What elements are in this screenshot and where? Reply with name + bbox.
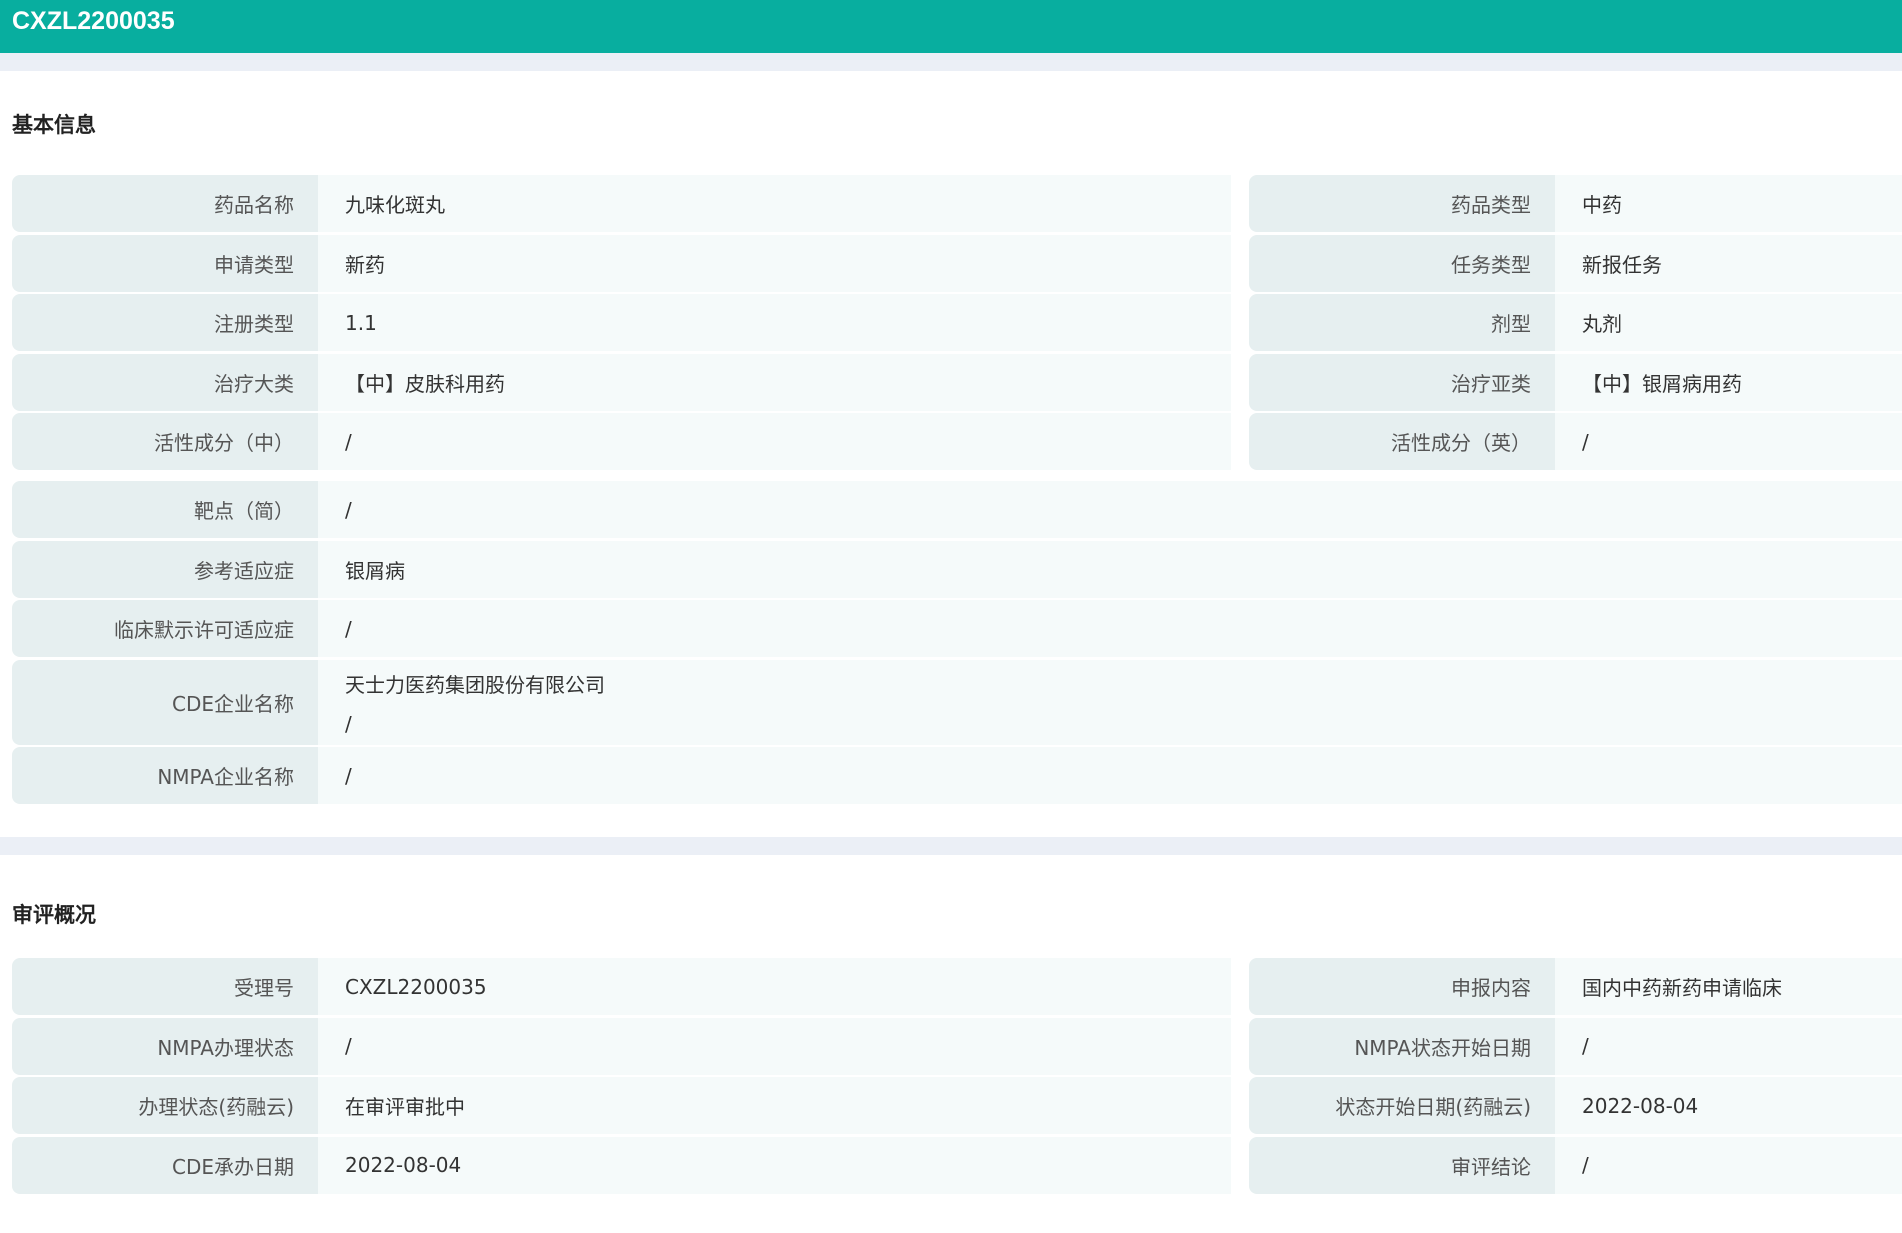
field-value: / xyxy=(1555,413,1902,470)
info-row: 申请类型 新药 任务类型 新报任务 xyxy=(12,234,1902,292)
field-value: 2022-08-04 xyxy=(1555,1077,1902,1134)
info-row: 靶点（简） / xyxy=(12,481,1902,538)
page-header: CXZL2200035 xyxy=(0,0,1902,53)
info-field-left: 活性成分（中） / xyxy=(12,413,1231,470)
info-field-right: 状态开始日期(药融云) 2022-08-04 xyxy=(1249,1077,1902,1134)
field-label: 申报内容 xyxy=(1249,958,1555,1015)
field-label: 参考适应症 xyxy=(12,540,318,598)
basic-info-full-grid: 靶点（简） / 参考适应症 银屑病 临床默示许可适应症 / CDE企业名称 天士力医药集团… xyxy=(0,481,1902,804)
info-field-left: 注册类型 1.1 xyxy=(12,294,1231,351)
info-row: 治疗大类 【中】皮肤科用药 治疗亚类 【中】银屑病用药 xyxy=(12,353,1902,411)
field-value: / xyxy=(318,481,1902,538)
info-field-left: NMPA办理状态 / xyxy=(12,1017,1231,1075)
section-title-basic: 基本信息 xyxy=(12,113,96,137)
field-label: NMPA办理状态 xyxy=(12,1017,318,1075)
info-field-left: 受理号 CXZL2200035 xyxy=(12,958,1231,1015)
field-label: NMPA企业名称 xyxy=(12,747,318,804)
field-label: 治疗亚类 xyxy=(1249,353,1555,411)
field-value: / xyxy=(318,1017,1231,1075)
field-value: 新报任务 xyxy=(1555,234,1902,292)
field-value: 九味化斑丸 xyxy=(318,175,1231,232)
info-field-right: 审评结论 / xyxy=(1249,1136,1902,1194)
info-row-cde-company: CDE企业名称 天士力医药集团股份有限公司 / xyxy=(12,659,1902,745)
field-value: / xyxy=(318,747,1902,804)
field-value: / xyxy=(1555,1017,1902,1075)
field-label: CDE承办日期 xyxy=(12,1136,318,1194)
field-value: 1.1 xyxy=(318,294,1231,351)
field-label: 药品名称 xyxy=(12,175,318,232)
cde-company-name: 天士力医药集团股份有限公司 xyxy=(345,672,605,697)
info-field-right: 活性成分（英） / xyxy=(1249,413,1902,470)
field-value: / xyxy=(1555,1136,1902,1194)
field-value: 丸剂 xyxy=(1555,294,1902,351)
info-row-nmpa-company: NMPA企业名称 / xyxy=(12,747,1902,804)
info-field-right: 药品类型 中药 xyxy=(1249,175,1902,232)
info-field-left: 办理状态(药融云) 在审评审批中 xyxy=(12,1077,1231,1134)
info-row: 注册类型 1.1 剂型 丸剂 xyxy=(12,294,1902,351)
field-label: 靶点（简） xyxy=(12,481,318,538)
info-field-left: 治疗大类 【中】皮肤科用药 xyxy=(12,353,1231,411)
cde-company-name-2: / xyxy=(345,711,352,736)
info-row: 活性成分（中） / 活性成分（英） / xyxy=(12,413,1902,470)
field-value: 【中】皮肤科用药 xyxy=(318,353,1231,411)
info-row: 参考适应症 银屑病 xyxy=(12,540,1902,598)
field-value: 中药 xyxy=(1555,175,1902,232)
info-field-right: NMPA状态开始日期 / xyxy=(1249,1017,1902,1075)
field-label: 活性成分（中） xyxy=(12,413,318,470)
field-label: 临床默示许可适应症 xyxy=(12,600,318,657)
field-value: 【中】银屑病用药 xyxy=(1555,353,1902,411)
field-label: CDE企业名称 xyxy=(12,659,318,745)
field-value: 银屑病 xyxy=(318,540,1902,598)
field-label: 受理号 xyxy=(12,958,318,1015)
field-value: 国内中药新药申请临床 xyxy=(1555,958,1902,1015)
review-info-grid: 受理号 CXZL2200035 申报内容 国内中药新药申请临床 NMPA办理状态 / NMP… xyxy=(0,958,1902,1194)
info-row: 药品名称 九味化斑丸 药品类型 中药 xyxy=(12,175,1902,232)
info-field-right: 任务类型 新报任务 xyxy=(1249,234,1902,292)
section-title-review: 审评概况 xyxy=(12,903,96,927)
info-field-right: 剂型 丸剂 xyxy=(1249,294,1902,351)
divider xyxy=(0,53,1902,71)
info-field-right: 申报内容 国内中药新药申请临床 xyxy=(1249,958,1902,1015)
field-value: 在审评审批中 xyxy=(318,1077,1231,1134)
info-field-right: 治疗亚类 【中】银屑病用药 xyxy=(1249,353,1902,411)
acceptance-number-title: CXZL2200035 xyxy=(12,7,175,35)
info-row: 受理号 CXZL2200035 申报内容 国内中药新药申请临床 xyxy=(12,958,1902,1015)
field-label: 状态开始日期(药融云) xyxy=(1249,1077,1555,1134)
info-field-left: 申请类型 新药 xyxy=(12,234,1231,292)
info-field-left: CDE承办日期 2022-08-04 xyxy=(12,1136,1231,1194)
field-value: 天士力医药集团股份有限公司 / xyxy=(318,659,1902,745)
field-label: 审评结论 xyxy=(1249,1136,1555,1194)
info-field-left: 药品名称 九味化斑丸 xyxy=(12,175,1231,232)
info-row: CDE承办日期 2022-08-04 审评结论 / xyxy=(12,1136,1902,1194)
field-label: 注册类型 xyxy=(12,294,318,351)
field-label: NMPA状态开始日期 xyxy=(1249,1017,1555,1075)
field-value: CXZL2200035 xyxy=(318,958,1231,1015)
divider xyxy=(0,837,1902,855)
field-label: 治疗大类 xyxy=(12,353,318,411)
field-label: 申请类型 xyxy=(12,234,318,292)
basic-info-grid: 药品名称 九味化斑丸 药品类型 中药 申请类型 新药 任务类型 新报任务 注册类型 1.1 剂型 丸剂… xyxy=(0,175,1902,470)
field-label: 剂型 xyxy=(1249,294,1555,351)
info-row: 办理状态(药融云) 在审评审批中 状态开始日期(药融云) 2022-08-04 xyxy=(12,1077,1902,1134)
field-label: 药品类型 xyxy=(1249,175,1555,232)
field-value: 新药 xyxy=(318,234,1231,292)
field-label: 办理状态(药融云) xyxy=(12,1077,318,1134)
info-row: 临床默示许可适应症 / xyxy=(12,600,1902,657)
field-label: 任务类型 xyxy=(1249,234,1555,292)
field-value: / xyxy=(318,600,1902,657)
field-label: 活性成分（英） xyxy=(1249,413,1555,470)
field-value: / xyxy=(318,413,1231,470)
info-row: NMPA办理状态 / NMPA状态开始日期 / xyxy=(12,1017,1902,1075)
field-value: 2022-08-04 xyxy=(318,1136,1231,1194)
